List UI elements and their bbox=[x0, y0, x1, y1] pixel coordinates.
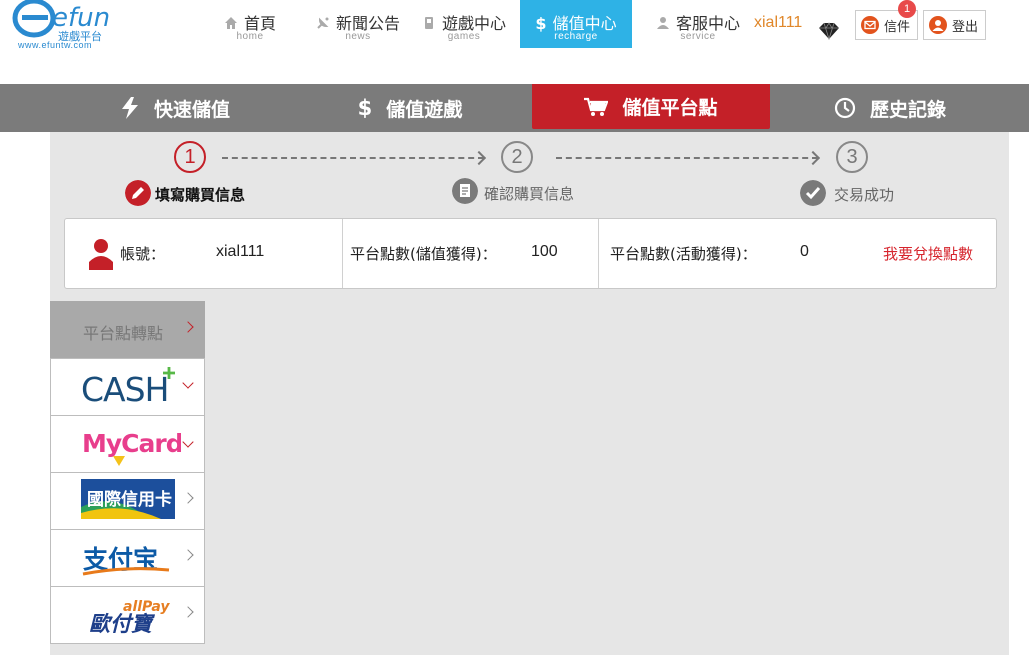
tab-quick-recharge-label: 快速儲值 bbox=[153, 98, 230, 121]
lightning-icon bbox=[121, 97, 138, 119]
points-event-label: 平台點數(活動獲得)： bbox=[610, 245, 757, 263]
logo-url: www.efuntw.com bbox=[18, 40, 93, 50]
chevron-right-icon bbox=[182, 549, 194, 561]
nav-news[interactable]: 新聞公告 news bbox=[290, 0, 426, 48]
payment-option-allpay[interactable]: allPay 歐付寶 bbox=[50, 586, 205, 644]
payment-option-credit-card[interactable]: 國際信用卡 bbox=[50, 472, 205, 530]
step-3-number: 3 bbox=[836, 141, 868, 173]
mail-icon bbox=[861, 16, 879, 34]
svg-text:CASH: CASH bbox=[81, 370, 168, 407]
efun-logo[interactable]: efun 遊戲平台 www.efuntw.com bbox=[12, 0, 122, 52]
chevron-down-icon bbox=[182, 436, 194, 448]
chevron-right-icon bbox=[182, 606, 194, 618]
pencil-icon bbox=[125, 180, 151, 206]
mail-label: 信件 bbox=[884, 19, 911, 35]
check-icon bbox=[800, 180, 826, 206]
svg-text:國際信用卡: 國際信用卡 bbox=[87, 489, 172, 510]
account-info-box: 帳號： xial111 平台點數(儲值獲得)： 100 平台點數(活動獲得)： … bbox=[64, 218, 997, 289]
tab-history-label: 歷史記錄 bbox=[869, 98, 946, 121]
nav-games[interactable]: 遊戲中心 games bbox=[408, 0, 520, 48]
dollar-icon: $ bbox=[357, 96, 373, 120]
nav-recharge[interactable]: $ 儲值中心 recharge bbox=[520, 0, 632, 48]
svg-text:歐付寶: 歐付寶 bbox=[89, 612, 156, 636]
user-icon bbox=[929, 16, 947, 34]
mail-badge: 1 bbox=[898, 0, 916, 18]
points-event-value: 0 bbox=[800, 243, 809, 260]
satellite-icon bbox=[317, 17, 329, 29]
credit-card-logo-icon: 國際信用卡 bbox=[81, 479, 175, 519]
svg-text:efun: efun bbox=[52, 3, 110, 33]
nav-service[interactable]: 客服中心 service bbox=[636, 0, 760, 48]
chevron-down-icon bbox=[182, 377, 194, 389]
gamepad-icon bbox=[424, 17, 433, 29]
tab-recharge-game[interactable]: $ 儲值遊戲 bbox=[300, 84, 520, 132]
username[interactable]: xial111 bbox=[754, 14, 802, 32]
logout-label: 登出 bbox=[952, 19, 979, 35]
redeem-points-link[interactable]: 我要兌換點數 bbox=[883, 243, 973, 264]
chevron-right-icon bbox=[182, 321, 194, 333]
recharge-tabbar: 快速儲值 $ 儲值遊戲 儲值平台點 歷史記錄 bbox=[0, 84, 1029, 132]
nav-games-sub: games bbox=[447, 31, 481, 42]
payment-menu-platform-transfer[interactable]: 平台點轉點 bbox=[50, 301, 205, 359]
account-person-icon bbox=[89, 239, 113, 270]
mycard-logo-icon: MyCard bbox=[82, 429, 181, 466]
tab-quick-recharge[interactable]: 快速儲值 bbox=[60, 84, 290, 132]
account-value: xial111 bbox=[216, 243, 265, 260]
efun-logo-mark: efun 遊戲平台 bbox=[12, 0, 110, 43]
home-icon bbox=[224, 17, 237, 29]
tab-platform-points-label: 儲值平台點 bbox=[622, 97, 718, 119]
payment-menu-header-label: 平台點轉點 bbox=[83, 324, 164, 343]
tab-history[interactable]: 歷史記錄 bbox=[780, 84, 1000, 132]
nav-news-sub: news bbox=[345, 31, 371, 42]
step-connector-1 bbox=[222, 157, 484, 159]
alipay-logo-icon: 支付宝 bbox=[82, 545, 170, 576]
tab-platform-points[interactable]: 儲值平台點 bbox=[532, 84, 770, 129]
cart-icon bbox=[584, 97, 609, 116]
step-2-label: 確認購買信息 bbox=[484, 185, 575, 203]
payment-option-alipay[interactable]: 支付宝 bbox=[50, 529, 205, 587]
nav-service-sub: service bbox=[680, 31, 716, 42]
info-divider-2 bbox=[598, 219, 599, 288]
allpay-logo-icon: allPay 歐付寶 bbox=[89, 599, 170, 636]
person-icon bbox=[656, 17, 669, 29]
diamond-icon[interactable] bbox=[818, 22, 840, 40]
nav-home[interactable]: 首頁 home bbox=[200, 0, 300, 48]
payment-option-mycard[interactable]: MyCard bbox=[50, 415, 205, 473]
step-1-label: 填寫購買信息 bbox=[155, 186, 246, 204]
points-recharge-label: 平台點數(儲值獲得)： bbox=[350, 245, 497, 263]
step-connector-2 bbox=[556, 157, 818, 159]
info-divider-1 bbox=[342, 219, 343, 288]
chevron-right-icon bbox=[182, 492, 194, 504]
nav-home-sub: home bbox=[236, 31, 264, 42]
payment-option-cash[interactable]: CASH bbox=[50, 358, 205, 416]
step-1-number: 1 bbox=[174, 141, 206, 173]
svg-text:MyCard: MyCard bbox=[82, 429, 181, 458]
clock-icon bbox=[834, 97, 856, 119]
page: efun 遊戲平台 www.efuntw.com 首頁 home 新聞公告 ne… bbox=[0, 0, 1029, 655]
logout-button[interactable]: 登出 bbox=[923, 10, 986, 40]
tab-recharge-game-label: 儲值遊戲 bbox=[386, 98, 463, 121]
step-2-number: 2 bbox=[501, 141, 533, 173]
nav-recharge-sub: recharge bbox=[554, 31, 598, 42]
top-header: efun 遊戲平台 www.efuntw.com 首頁 home 新聞公告 ne… bbox=[0, 0, 1029, 56]
points-recharge-value: 100 bbox=[531, 243, 558, 260]
step-3-label: 交易成功 bbox=[834, 186, 895, 204]
document-icon bbox=[452, 178, 478, 204]
account-label: 帳號： bbox=[120, 245, 166, 263]
cash-logo-icon: CASH bbox=[81, 367, 175, 407]
